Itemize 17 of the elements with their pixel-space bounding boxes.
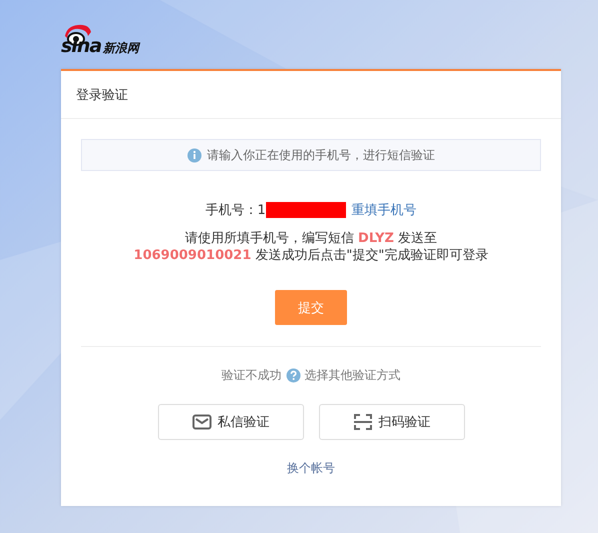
switch-account-link[interactable]: 换个帐号 — [287, 460, 335, 477]
failure-text: 验证不成功 — [222, 367, 282, 384]
notice-text: 请输入你正在使用的手机号，进行短信验证 — [207, 146, 435, 164]
instruction-text: 请使用所填手机号，编写短信 DLYZ 发送至 — [184, 231, 438, 246]
logo-name: 新浪网 — [103, 40, 140, 56]
scan-icon — [352, 412, 372, 432]
card-title: 登录验证 — [76, 86, 128, 104]
other-methods-link[interactable]: 选择其他验证方式 — [304, 367, 400, 384]
info-icon — [187, 148, 202, 162]
verify-method-button[interactable]: 私信验证 — [158, 404, 304, 440]
instruction-text: 1069009010021 发送成功后点击"提交"完成验证即可登录 — [134, 248, 488, 263]
help-icon — [286, 368, 300, 383]
envelope-icon — [192, 412, 212, 432]
phone-label: 手机号： — [205, 202, 258, 219]
refill-phone-link[interactable]: 重填手机号 — [352, 201, 417, 219]
verify-method-button[interactable]: 扫码验证 — [318, 404, 464, 440]
phone-number: 1 — [257, 202, 266, 218]
